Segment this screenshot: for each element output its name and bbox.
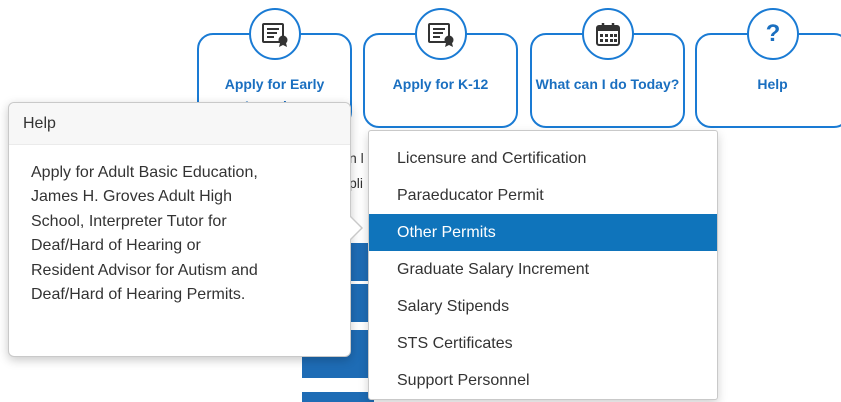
- popover-body-line: Apply for Adult Basic Education,: [31, 164, 258, 181]
- apply-k12-card[interactable]: Apply for K-12: [363, 8, 518, 128]
- menu-item-other-permits[interactable]: Other Permits: [369, 214, 717, 251]
- menu-item-sts-certificates[interactable]: STS Certificates: [369, 325, 717, 362]
- background-button-strip-4[interactable]: [302, 392, 374, 402]
- background-text-fragment: pli: [349, 175, 364, 191]
- popover-body-line: Deaf/Hard of Hearing or: [31, 237, 201, 255]
- popover-body-line: Deaf/Hard of Hearing Permits.: [31, 286, 246, 304]
- what-can-i-do-today-card[interactable]: What can I do Today?: [530, 8, 685, 128]
- popover-title: Help: [9, 103, 350, 145]
- popover-body-line: Resident Advisor for Autism and: [31, 261, 258, 279]
- question-mark-icon: ?: [747, 8, 799, 60]
- background-text-fragment: n l: [349, 150, 364, 166]
- menu-item-support-personnel[interactable]: Support Personnel: [369, 362, 717, 399]
- popover-arrow-fill: [350, 217, 361, 239]
- popover-body-line: James H. Groves Adult High: [31, 188, 232, 206]
- popover-body-line: School, Interpreter Tutor for: [31, 212, 227, 230]
- menu-item-paraeducator-permit[interactable]: Paraeducator Permit: [369, 177, 717, 214]
- popover-body: Apply for Adult Basic Education, James H…: [9, 145, 350, 307]
- card-label: What can I do Today?: [535, 76, 680, 92]
- menu-item-licensure-certification[interactable]: Licensure and Certification: [369, 140, 717, 177]
- help-popover: Help Apply for Adult Basic Education, Ja…: [8, 102, 351, 357]
- menu-item-graduate-salary-increment[interactable]: Graduate Salary Increment: [369, 251, 717, 288]
- calendar-icon: [582, 8, 634, 60]
- permits-dropdown-menu: Licensure and Certification Paraeducator…: [368, 130, 718, 400]
- card-label: Help: [757, 76, 788, 92]
- menu-item-salary-stipends[interactable]: Salary Stipends: [369, 288, 717, 325]
- certificate-icon: [249, 8, 301, 60]
- help-card[interactable]: ? Help: [695, 8, 841, 128]
- certificate-icon: [415, 8, 467, 60]
- card-label: Apply for K-12: [392, 76, 489, 92]
